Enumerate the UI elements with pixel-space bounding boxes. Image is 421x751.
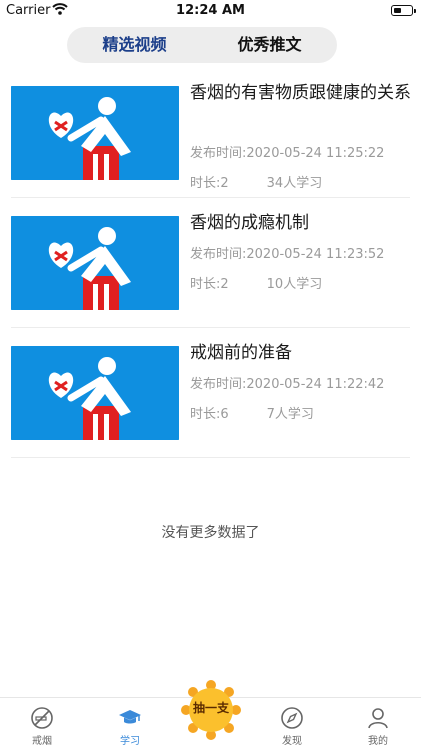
video-title: 香烟的有害物质跟健康的关系 [190, 83, 411, 103]
publish-time: 发布时间:2020-05-24 11:25:22 [190, 146, 385, 161]
video-item[interactable]: 香烟的有害物质跟健康的关系 发布时间:2020-05-24 11:25:22 时… [11, 68, 411, 198]
video-item[interactable]: 香烟的成瘾机制 发布时间:2020-05-24 11:23:52 时长:2 10人… [11, 198, 410, 328]
publish-time: 发布时间:2020-05-24 11:23:52 [190, 247, 385, 262]
no-more-data-label: 没有更多数据了 [161, 525, 260, 541]
tab-label: 戒烟 [32, 736, 52, 747]
video-meta: 时长:2 34人学习 [190, 172, 322, 191]
clock: 12:24 AM [176, 3, 245, 18]
video-list: 香烟的有害物质跟健康的关系 发布时间:2020-05-24 11:25:22 时… [0, 68, 421, 458]
video-thumbnail[interactable] [11, 346, 179, 440]
graduation-cap-icon [119, 710, 141, 724]
segmented-tabs: 精选视频 优秀推文 [67, 27, 337, 63]
duration: 时长:2 [190, 176, 229, 191]
tab-study[interactable]: 学习 [88, 698, 172, 751]
tab-label: 学习 [120, 736, 140, 747]
tab-discover[interactable]: 发现 [250, 698, 334, 751]
status-bar: Carrier 12:24 AM [0, 0, 421, 22]
video-item[interactable]: 戒烟前的准备 发布时间:2020-05-24 11:22:42 时长:6 7人学习 [11, 328, 410, 458]
video-title: 香烟的成瘾机制 [190, 213, 309, 233]
compass-icon [281, 707, 303, 729]
publish-time: 发布时间:2020-05-24 11:22:42 [190, 377, 385, 392]
video-meta: 时长:2 10人学习 [190, 273, 322, 292]
duration: 时长:6 [190, 407, 229, 422]
smoke-one-label: 抽一支 [192, 701, 229, 715]
video-meta: 时长:6 7人学习 [190, 403, 314, 422]
tab-mine[interactable]: 我的 [336, 698, 420, 751]
video-title: 戒烟前的准备 [190, 343, 292, 363]
smoke-one-button[interactable]: 抽一支 [180, 679, 242, 741]
learner-count: 7人学习 [266, 407, 314, 422]
tab-excellent-articles[interactable]: 优秀推文 [202, 27, 337, 63]
tab-label: 我的 [368, 736, 388, 747]
tab-featured-videos[interactable]: 精选视频 [67, 27, 202, 63]
tab-label: 发现 [282, 736, 302, 747]
learner-count: 10人学习 [266, 277, 323, 292]
battery-icon [391, 5, 416, 16]
learner-count: 34人学习 [266, 176, 323, 191]
tab-quit-smoking[interactable]: 戒烟 [0, 698, 84, 751]
user-icon [368, 708, 388, 729]
video-thumbnail[interactable] [11, 216, 179, 310]
duration: 时长:2 [190, 277, 229, 292]
no-smoking-icon [31, 707, 53, 729]
video-thumbnail[interactable] [11, 86, 179, 180]
